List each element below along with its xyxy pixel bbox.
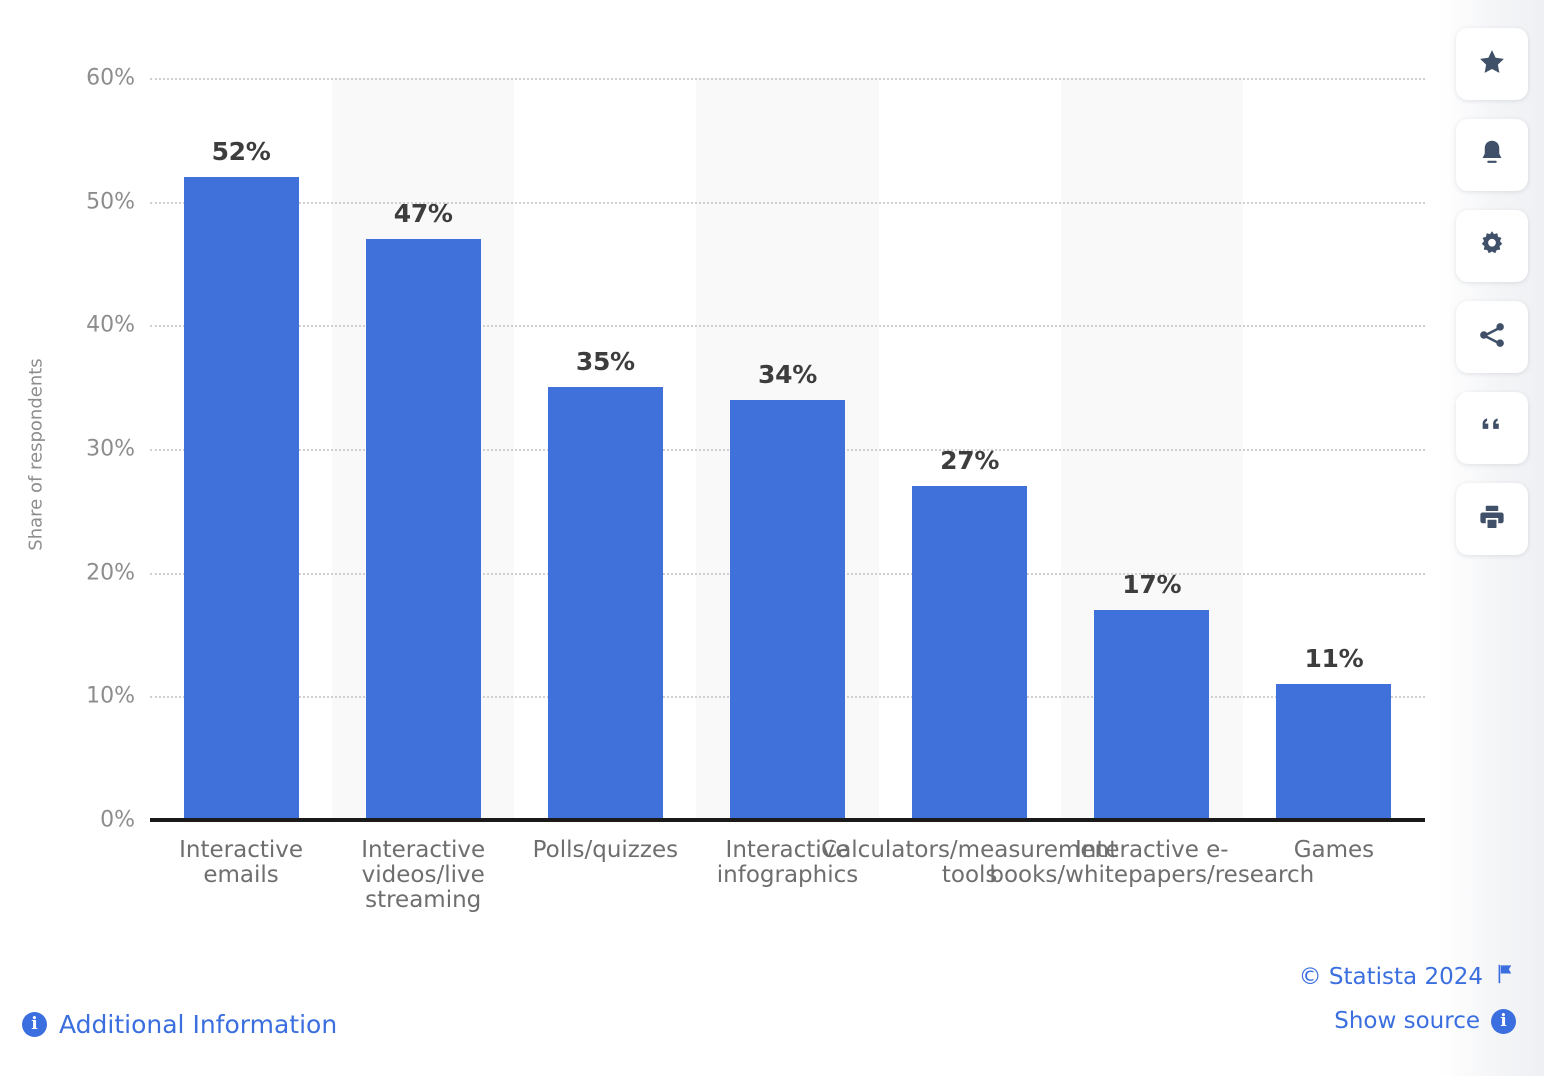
- y-axis-tick-label: 10%: [86, 683, 135, 709]
- chart-page: Share of respondents 60% 50% 40% 30% 20% 10% 0…: [0, 0, 1544, 1076]
- bell-icon: [1477, 138, 1507, 172]
- favorite-button[interactable]: [1456, 28, 1528, 100]
- y-axis-tick-label: 40%: [86, 312, 135, 338]
- share-button[interactable]: [1456, 301, 1528, 373]
- cite-button[interactable]: [1456, 392, 1528, 464]
- bar[interactable]: [730, 399, 845, 820]
- info-icon: i: [1491, 1008, 1516, 1034]
- gear-icon: [1477, 229, 1507, 263]
- x-axis-baseline: [150, 818, 1425, 822]
- print-button[interactable]: [1456, 483, 1528, 555]
- bar[interactable]: [365, 238, 481, 820]
- copyright-label: © Statista 2024: [1298, 964, 1483, 990]
- info-icon: i: [22, 1012, 47, 1037]
- quote-icon: [1478, 412, 1506, 444]
- y-axis-tick-label: 20%: [86, 560, 135, 586]
- additional-information-label: Additional Information: [59, 1010, 338, 1039]
- bar[interactable]: [912, 486, 1028, 820]
- additional-information-link[interactable]: i Additional Information: [22, 1010, 337, 1039]
- bar-value-label: 17%: [1122, 569, 1182, 599]
- share-icon: [1477, 320, 1507, 354]
- show-source-row[interactable]: Show source i: [1299, 1008, 1516, 1034]
- flag-icon[interactable]: [1494, 962, 1516, 992]
- bar-chart-figure: Share of respondents 60% 50% 40% 30% 20% 10% 0…: [0, 0, 1450, 1076]
- gridline: [150, 201, 1425, 204]
- y-axis-tick-label: 50%: [86, 189, 135, 215]
- gridline: [150, 325, 1425, 328]
- bar-value-label: 11%: [1304, 643, 1364, 673]
- bar-value-label: 47%: [393, 198, 453, 228]
- y-axis-ticks: 60% 50% 40% 30% 20% 10% 0%: [20, 0, 135, 1076]
- y-axis-tick-label: 60%: [86, 65, 135, 91]
- star-icon: [1477, 47, 1507, 81]
- bar[interactable]: [1094, 609, 1210, 820]
- bar-value-label: 34%: [758, 359, 817, 389]
- copyright-row[interactable]: © Statista 2024: [1299, 962, 1516, 992]
- show-source-label: Show source: [1334, 1008, 1480, 1034]
- footer-right: © Statista 2024 Show source i: [1299, 962, 1516, 1050]
- bar-value-label: 35%: [575, 347, 635, 377]
- bar[interactable]: [1276, 683, 1392, 820]
- bar-value-label: 52%: [211, 136, 271, 166]
- bar[interactable]: [183, 176, 299, 820]
- plot-area: 52% 47% 35% 34% 27% 17% 11%: [150, 78, 1425, 820]
- print-icon: [1477, 502, 1507, 536]
- y-axis-tick-label: 30%: [86, 436, 135, 462]
- bar-value-label: 27%: [940, 446, 1000, 476]
- y-axis-tick-label: 0%: [100, 807, 135, 833]
- notifications-button[interactable]: [1456, 119, 1528, 191]
- x-axis-category-label: Games: [1293, 837, 1375, 863]
- bar[interactable]: [547, 387, 663, 820]
- side-toolbar: [1450, 28, 1534, 555]
- gridline: [150, 78, 1425, 80]
- settings-button[interactable]: [1456, 210, 1528, 282]
